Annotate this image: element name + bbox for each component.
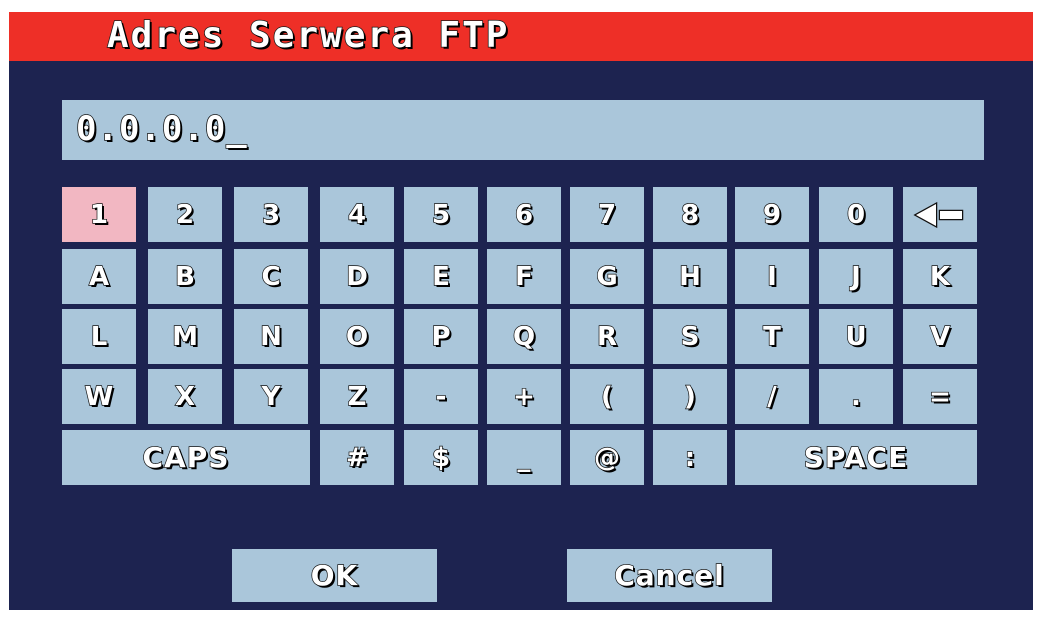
key-7[interactable]: 7 [570,187,644,242]
key-0[interactable]: 0 [819,187,893,242]
key-v[interactable]: V [903,309,977,364]
cancel-button[interactable]: Cancel [567,549,772,602]
key-t[interactable]: T [735,309,809,364]
key-3[interactable]: 3 [234,187,308,242]
key-i[interactable]: I [735,249,809,304]
key-s[interactable]: S [653,309,727,364]
ok-button[interactable]: OK [232,549,437,602]
key-1[interactable]: 1 [62,187,136,242]
key-w[interactable]: W [62,369,136,424]
key-x[interactable]: X [148,369,222,424]
key-m[interactable]: M [148,309,222,364]
key-h[interactable]: H [653,249,727,304]
key-at[interactable]: @ [570,430,644,485]
key-equals[interactable]: = [903,369,977,424]
key-g[interactable]: G [570,249,644,304]
key-backspace[interactable] [903,187,977,242]
key-8[interactable]: 8 [653,187,727,242]
ftp-address-dialog: Adres Serwera FTP 0.0.0.0_ 1234567890ABC… [9,12,1033,610]
key-hash[interactable]: # [320,430,394,485]
key-9[interactable]: 9 [735,187,809,242]
key-2[interactable]: 2 [148,187,222,242]
key-dollar[interactable]: $ [404,430,478,485]
key-k[interactable]: K [903,249,977,304]
key-n[interactable]: N [234,309,308,364]
key-r[interactable]: R [570,309,644,364]
key-o[interactable]: O [320,309,394,364]
key-y[interactable]: Y [234,369,308,424]
key-dot[interactable]: . [819,369,893,424]
key-4[interactable]: 4 [320,187,394,242]
key-j[interactable]: J [819,249,893,304]
key-b[interactable]: B [148,249,222,304]
key-e[interactable]: E [404,249,478,304]
key-plus[interactable]: + [487,369,561,424]
key-6[interactable]: 6 [487,187,561,242]
key-l[interactable]: L [62,309,136,364]
key-c[interactable]: C [234,249,308,304]
key-p[interactable]: P [404,309,478,364]
key-open-paren[interactable]: ( [570,369,644,424]
key-u[interactable]: U [819,309,893,364]
key-underscore[interactable]: _ [487,430,561,485]
key-minus[interactable]: - [404,369,478,424]
key-a[interactable]: A [62,249,136,304]
key-q[interactable]: Q [487,309,561,364]
key-caps[interactable]: CAPS [62,430,310,485]
key-5[interactable]: 5 [404,187,478,242]
on-screen-keyboard: 1 2 3 4 5 6 7 8 9 0 A B C D E F G H I J K L M N O P Q R S T U V W X Y Z - +()… [9,12,1033,610]
key-slash[interactable]: / [735,369,809,424]
key-f[interactable]: F [487,249,561,304]
key-colon[interactable]: : [653,430,727,485]
backspace-arrow-icon [910,200,970,230]
key-close-paren[interactable]: ) [653,369,727,424]
key-space[interactable]: SPACE [735,430,977,485]
key-d[interactable]: D [320,249,394,304]
key-z[interactable]: Z [320,369,394,424]
